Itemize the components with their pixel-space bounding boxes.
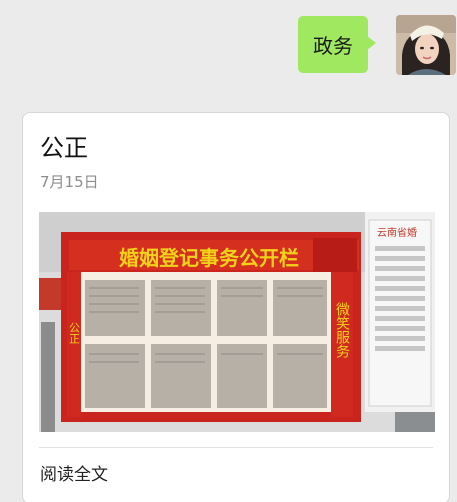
outgoing-message-bubble[interactable]: 政务 [298, 16, 376, 73]
left-vertical-text: 公正 [68, 322, 81, 344]
notice-board-photo: 婚姻登记事务公开栏 公正 微笑服务 云南省婚 [39, 212, 435, 432]
article-card[interactable]: 公正 7月15日 婚姻登记事务公开栏 公正 微笑服务 云南省婚 阅读全文 [22, 112, 450, 502]
right-vertical-text: 微笑服务 [334, 302, 350, 358]
message-text: 政务 [313, 34, 353, 58]
board-title-text: 婚姻登记事务公开栏 [119, 246, 299, 270]
right-panel-header: 云南省婚 [377, 226, 417, 239]
article-title: 公正 [40, 134, 88, 162]
avatar-photo-icon [396, 15, 456, 75]
user-avatar[interactable] [396, 15, 456, 75]
card-divider [39, 447, 433, 448]
chat-view: 政务 公正 7月15日 婚姻登记事务公开栏 公正 微笑服务 云南省婚 阅读全文 [0, 0, 457, 502]
read-full-article-link[interactable]: 阅读全文 [40, 460, 108, 485]
article-cover-image: 婚姻登记事务公开栏 公正 微笑服务 云南省婚 [39, 212, 435, 432]
article-date: 7月15日 [40, 173, 99, 191]
